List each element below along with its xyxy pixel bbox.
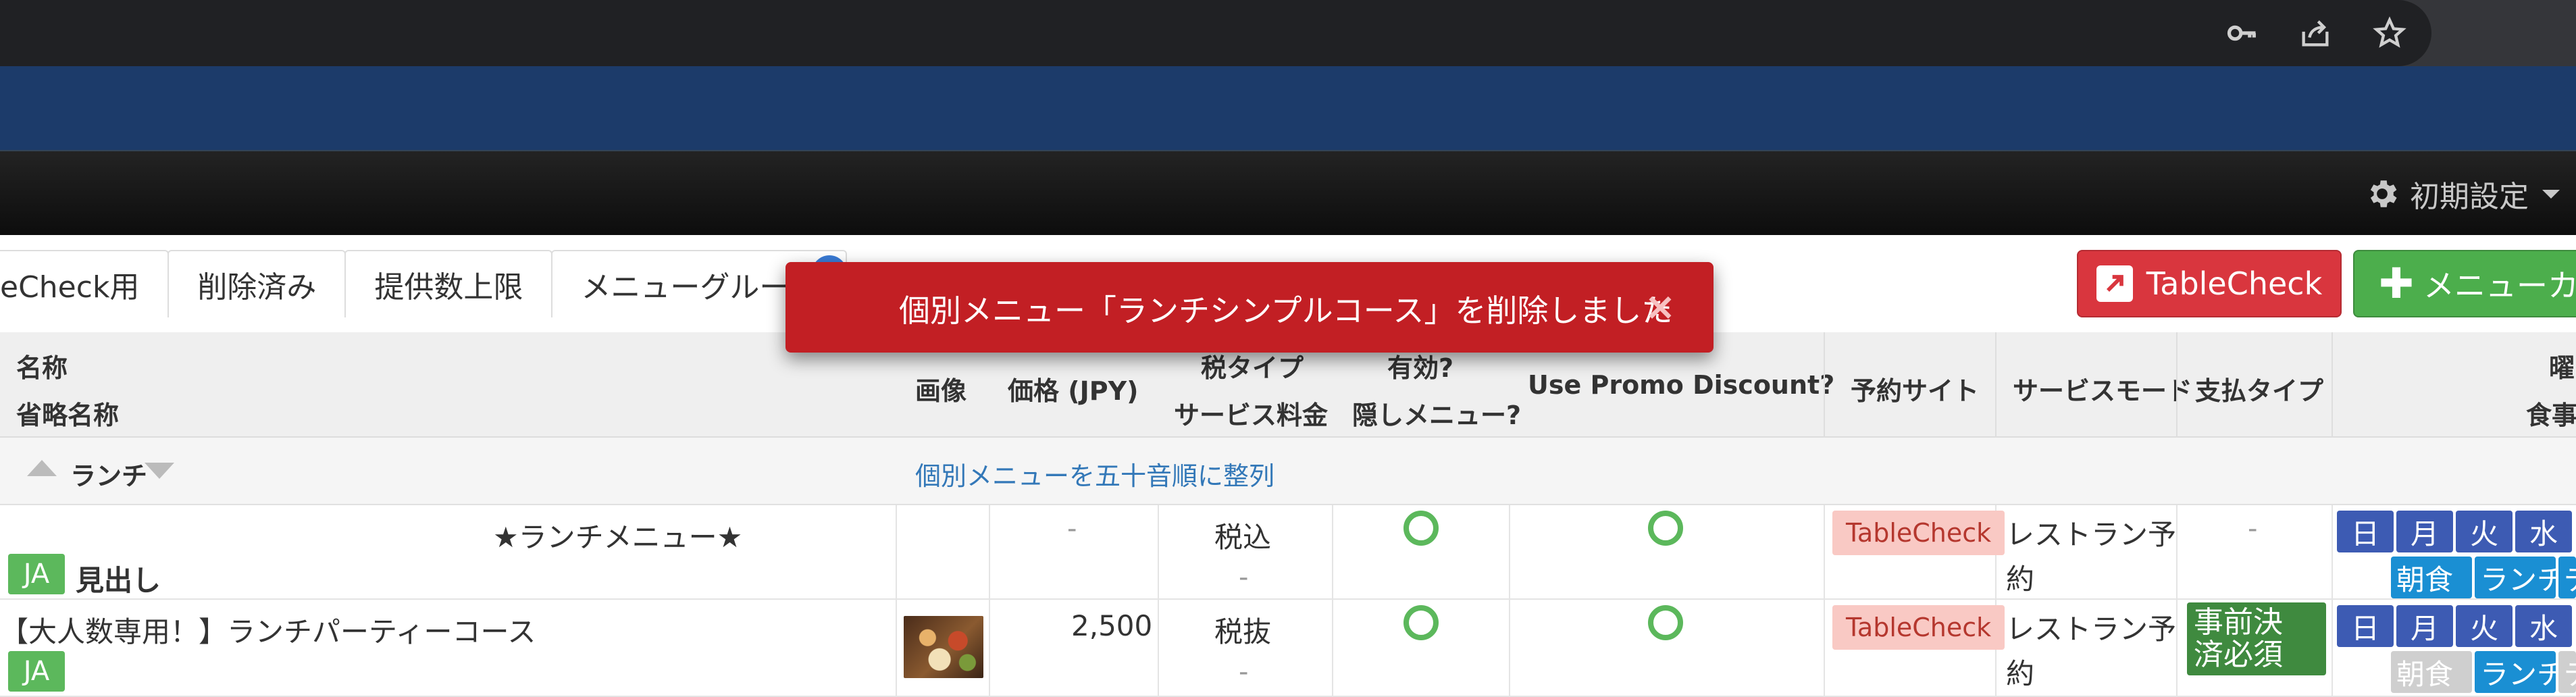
col-name: 名称 <box>16 353 68 383</box>
day-badge-wed: 水 <box>2515 511 2572 552</box>
menu-group-row: ランチ 個別メニューを五十音順に整列 <box>0 438 2576 505</box>
sort-alphabetical-link[interactable]: 個別メニューを五十音順に整列 <box>915 455 1274 492</box>
key-icon[interactable] <box>2222 15 2263 51</box>
app-navbar <box>0 150 2576 235</box>
price-value: - <box>1067 513 1077 544</box>
language-badge: JA <box>8 651 65 692</box>
col-weekday: 曜 <box>2549 353 2575 383</box>
group-name: ランチ <box>70 461 148 491</box>
delete-success-toast: 個別メニュー「ランチシンプルコース」を削除しました × <box>785 262 1714 353</box>
share-icon[interactable] <box>2295 15 2336 51</box>
payment-type-value: - <box>2248 513 2258 544</box>
address-bar[interactable] <box>0 0 2431 66</box>
tax-type-value: 税抜 <box>1214 615 1272 648</box>
day-badge-wed: 水 <box>2515 605 2572 647</box>
external-link-icon <box>2096 265 2133 302</box>
menu-image-thumbnail[interactable] <box>904 616 983 678</box>
meal-badge-lunch: ランチ <box>2475 557 2556 598</box>
tab-deleted[interactable]: 削除済み <box>168 250 346 317</box>
service-mode-line2: 約 <box>2006 657 2035 690</box>
service-charge-value: - <box>1239 656 1249 688</box>
meal-badge-dinner: ディナー <box>2558 651 2576 693</box>
price-value: 2,500 <box>1071 609 1153 642</box>
close-icon[interactable]: × <box>1642 288 1678 326</box>
meal-badge-dinner: ディナー <box>2558 557 2576 598</box>
tab-limit[interactable]: 提供数上限 <box>344 250 553 317</box>
move-down-icon[interactable] <box>145 463 174 479</box>
col-short-name: 省略名称 <box>16 401 120 430</box>
chevron-down-icon <box>2542 189 2560 199</box>
col-image: 画像 <box>915 376 967 406</box>
plus-icon: ✚ <box>2379 259 2414 308</box>
promo-check-icon <box>1648 511 1683 546</box>
service-charge-value: - <box>1239 562 1249 593</box>
promo-check-icon <box>1648 605 1683 640</box>
site-badge: TableCheck <box>1832 605 2005 650</box>
header-divider <box>2176 332 2178 438</box>
gear-icon <box>2370 180 2397 207</box>
day-badge-tue: 火 <box>2456 511 2513 552</box>
day-badge-sun: 日 <box>2337 511 2394 552</box>
valid-check-icon <box>1403 511 1439 546</box>
valid-check-icon <box>1403 605 1439 640</box>
menu-subtitle: 見出し <box>76 564 161 597</box>
browser-toolbar <box>0 0 2576 66</box>
header-divider <box>1824 332 1825 438</box>
menu-title[interactable]: ★ランチメニュー★ <box>493 515 742 556</box>
language-badge: JA <box>8 554 65 594</box>
col-reservation-site: 予約サイト <box>1851 376 1980 406</box>
payment-badge-line1: 事前決 <box>2194 605 2283 640</box>
tablecheck-button[interactable]: TableCheck <box>2077 250 2342 317</box>
payment-badge: 事前決 済必須 <box>2187 602 2326 675</box>
col-price: 価格 (JPY) <box>1008 376 1139 406</box>
payment-badge-line2: 済必須 <box>2194 638 2283 672</box>
star-icon[interactable] <box>2369 15 2410 51</box>
toast-message: 個別メニュー「ランチシンプルコース」を削除しました <box>899 292 1673 329</box>
day-badge-mon: 月 <box>2396 605 2453 647</box>
meal-badge-lunch: ランチ <box>2475 651 2556 693</box>
col-valid: 有効? <box>1387 353 1454 383</box>
menu-tabs: eCheck用 削除済み 提供数上限 メニューグループ <box>0 250 847 317</box>
settings-dropdown[interactable]: 初期設定 <box>2364 170 2560 217</box>
service-mode-line1: レストラン予 <box>2006 613 2177 646</box>
day-badge-tue: 火 <box>2456 605 2513 647</box>
app-top-band <box>0 66 2576 150</box>
col-service-mode: サービスモード <box>2013 376 2193 406</box>
tab-tablecheck[interactable]: eCheck用 <box>0 250 170 317</box>
table-row: 【大人数専用！】ランチパーティーコース JA 2,500 税抜 - TableC… <box>0 600 2576 697</box>
table-row: ★ランチメニュー★ JA 見出し - 税込 - TableCheck レストラン… <box>0 505 2576 600</box>
col-hidden-menu: 隠しメニュー? <box>1352 401 1522 430</box>
meal-badge-breakfast: 朝食 <box>2391 651 2472 693</box>
tablecheck-button-label: TableCheck <box>2146 265 2323 302</box>
day-badge-mon: 月 <box>2396 511 2453 552</box>
header-divider <box>1995 332 1997 438</box>
settings-label: 初期設定 <box>2410 180 2529 214</box>
service-mode-line2: 約 <box>2006 563 2035 596</box>
service-mode-line1: レストラン予 <box>2006 518 2177 551</box>
col-payment-type: 支払タイプ <box>2195 376 2324 406</box>
site-badge: TableCheck <box>1832 511 2005 555</box>
menu-title[interactable]: 【大人数専用！】ランチパーティーコース <box>0 609 536 650</box>
add-menu-category-button[interactable]: ✚ メニューカテゴリ <box>2353 250 2576 317</box>
meal-badge-breakfast: 朝食 <box>2391 557 2472 598</box>
col-use-promo: Use Promo Discount? <box>1528 370 1835 400</box>
col-service-charge: サービス料金 <box>1174 401 1329 430</box>
col-tax-type: 税タイプ <box>1201 353 1304 383</box>
tax-type-value: 税込 <box>1214 521 1272 554</box>
add-menu-category-label: メニューカテゴリ <box>2423 267 2576 304</box>
move-up-icon[interactable] <box>27 460 57 476</box>
header-divider <box>2332 332 2333 438</box>
day-badge-sun: 日 <box>2337 605 2394 647</box>
col-meal: 食事 <box>2526 401 2576 430</box>
